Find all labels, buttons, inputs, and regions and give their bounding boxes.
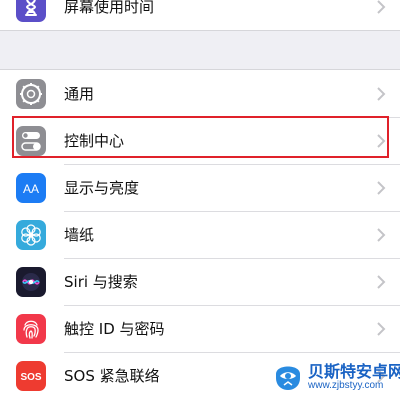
hourglass-icon — [16, 0, 46, 22]
text-size-icon: AA — [16, 173, 46, 203]
settings-group-main: 通用 控制中心 AA 显示与亮度 墙纸 Siri 与搜索 触控 ID 与密码 S… — [0, 69, 400, 400]
chevron-right-icon — [377, 87, 386, 101]
settings-item-label: 控制中心 — [64, 132, 125, 150]
settings-item-label: 屏幕使用时间 — [64, 0, 155, 16]
settings-item-label: Siri 与搜索 — [64, 273, 138, 291]
flower-icon — [16, 220, 46, 250]
watermark: 贝斯特安卓网 www.zjbstyy.com — [268, 356, 400, 400]
settings-item-label: 触控 ID 与密码 — [64, 320, 165, 338]
chevron-right-icon — [377, 134, 386, 148]
siri-icon — [16, 267, 46, 297]
settings-item-display-brightness[interactable]: AA 显示与亮度 — [0, 165, 400, 211]
settings-item-screen-time[interactable]: 屏幕使用时间 — [0, 0, 400, 30]
chevron-right-icon — [377, 0, 386, 14]
settings-item-label: 通用 — [64, 85, 95, 103]
settings-item-touch-id-passcode[interactable]: 触控 ID 与密码 — [0, 306, 400, 352]
settings-item-wallpaper[interactable]: 墙纸 — [0, 212, 400, 258]
chevron-right-icon — [377, 322, 386, 336]
watermark-url: www.zjbstyy.com — [308, 380, 384, 391]
settings-group-top: 屏幕使用时间 — [0, 0, 400, 31]
settings-screen: 屏幕使用时间 通用 控制中心 AA 显示与亮度 墙纸 Siri 与搜索 触控 I… — [0, 0, 400, 400]
text-size-icon-label: AA — [23, 182, 39, 196]
chevron-right-icon — [377, 275, 386, 289]
chevron-right-icon — [377, 181, 386, 195]
gear-icon — [16, 79, 46, 109]
settings-item-label: SOS 紧急联络 — [64, 367, 160, 385]
settings-item-siri-search[interactable]: Siri 与搜索 — [0, 259, 400, 305]
chevron-right-icon — [377, 228, 386, 242]
settings-item-label: 显示与亮度 — [64, 179, 140, 197]
watermark-title: 贝斯特安卓网 — [308, 364, 400, 381]
settings-item-label: 墙纸 — [64, 226, 95, 244]
settings-item-general[interactable]: 通用 — [0, 71, 400, 117]
sos-icon-label: SOS — [20, 372, 41, 383]
watermark-logo-icon — [276, 366, 300, 390]
sos-icon: SOS — [16, 361, 46, 391]
toggles-icon — [16, 126, 46, 156]
fingerprint-icon — [16, 314, 46, 344]
settings-item-control-center[interactable]: 控制中心 — [0, 118, 400, 164]
